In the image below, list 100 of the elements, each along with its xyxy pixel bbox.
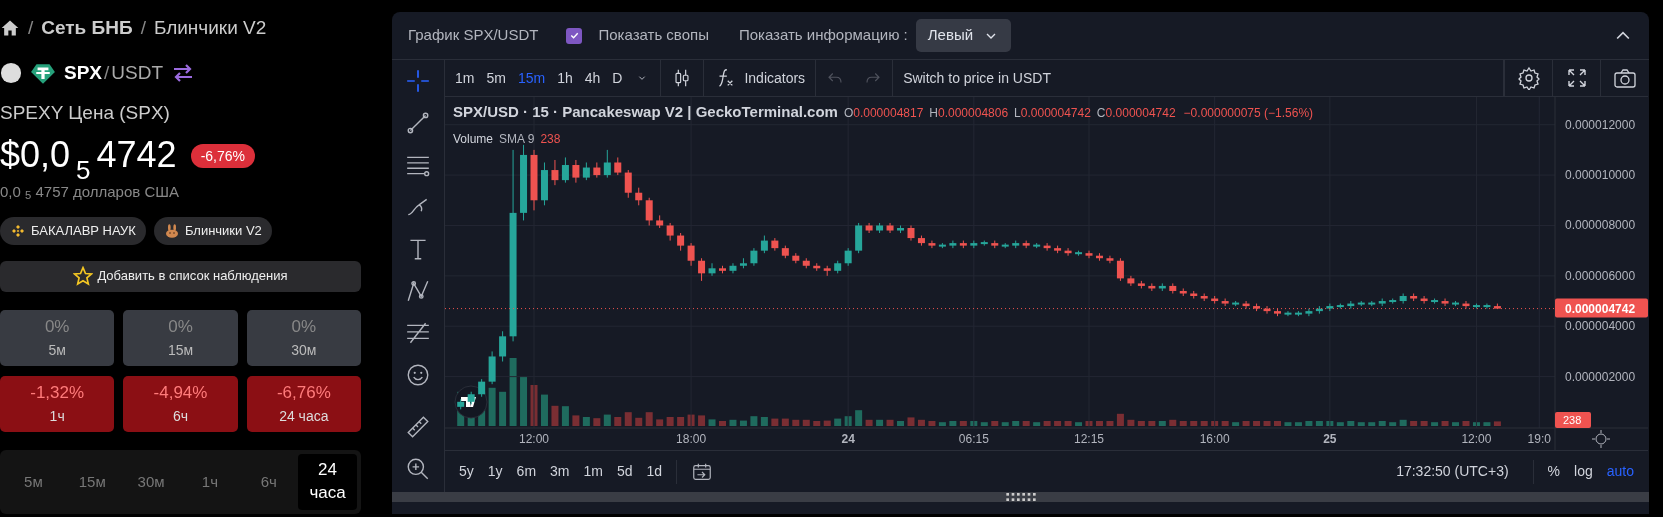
sma-legend: SMA 9 <box>499 129 535 148</box>
interval-button[interactable]: 1h <box>557 67 573 89</box>
price-change: −0.000000075 (−1.56%) <box>1183 105 1314 122</box>
range-button[interactable]: 1m <box>583 461 603 482</box>
pair-separator: / <box>104 60 110 85</box>
stat-period: 15м <box>167 340 194 360</box>
time-tick: 16:00 <box>1199 432 1230 446</box>
switch-price-button[interactable]: Switch to price in USDT <box>903 67 1051 89</box>
swaps-checkbox[interactable] <box>566 27 583 44</box>
info-select[interactable]: Левый <box>915 19 1012 52</box>
price-tick: 0.000006000 <box>1565 268 1636 283</box>
price-tick: 0.000012000 <box>1565 117 1636 132</box>
timeframe-tab[interactable]: 6ч <box>239 453 299 510</box>
stat-period: 6ч <box>172 406 189 426</box>
crosshair-icon[interactable] <box>405 68 431 94</box>
diamond-icon <box>10 222 26 239</box>
price-tick: 0.000002000 <box>1565 369 1636 384</box>
range-button[interactable]: 5d <box>616 461 633 482</box>
price-tick: 0.000004000 <box>1565 319 1636 334</box>
volume-value: 238 <box>540 130 561 148</box>
time-tick: 12:00 <box>1461 432 1492 446</box>
stat-period: 30м <box>291 340 317 360</box>
price-change-badge: -6,76% <box>190 144 255 168</box>
usd-price: 0,0 $_{5}$ 4757 долларов США <box>0 181 181 203</box>
ohlc-value: 0.000004817 <box>853 105 924 122</box>
breadcrumb-link[interactable]: Сеть БНБ <box>41 14 133 43</box>
stat-value: 0% <box>291 316 317 339</box>
ohlc-key: H <box>929 104 938 122</box>
ohlc-key: C <box>1096 104 1106 122</box>
ohlc-key: O <box>843 104 854 122</box>
timeframe-tab[interactable]: 5м <box>4 453 63 510</box>
clock-text: 17:32:50 (UTC+3) <box>1396 462 1509 481</box>
breadcrumb-separator: / <box>28 16 34 40</box>
stat-period: 24 часа <box>279 406 329 426</box>
token-icon <box>0 61 22 84</box>
home-icon[interactable] <box>0 18 20 39</box>
timeframe-tab[interactable]: 15м <box>62 453 122 510</box>
breadcrumb-link[interactable]: Блинчики V2 <box>153 14 267 43</box>
price-tick: 0.000010000 <box>1565 168 1636 183</box>
chart-title: График SPX/USDT <box>408 25 539 46</box>
zoom-in-icon[interactable] <box>405 456 431 482</box>
camera-icon[interactable] <box>1612 66 1637 90</box>
interval-button[interactable]: D <box>612 67 623 89</box>
range-button[interactable]: 5y <box>459 461 474 482</box>
interval-button[interactable]: 4h <box>584 67 601 89</box>
watchlist-button[interactable]: Добавить в список наблюдения <box>0 260 361 292</box>
bunny-icon <box>163 222 180 239</box>
time-tick: 18:00 <box>676 432 707 446</box>
time-tick: 25 <box>1323 432 1337 446</box>
scale-button[interactable]: auto <box>1606 461 1634 482</box>
price-label: 0.000004742 <box>1555 298 1648 318</box>
time-tick: 24 <box>841 432 855 446</box>
resize-handle[interactable] <box>392 492 1649 502</box>
timeframe-tab[interactable]: 30м <box>121 453 181 510</box>
indicators-button[interactable]: Indicators <box>714 67 806 89</box>
stat-value: 0% <box>44 316 70 339</box>
scale-button[interactable]: % <box>1547 461 1561 482</box>
stat-value: -1,32% <box>30 382 85 405</box>
swaps-label: Показать свопы <box>598 25 709 46</box>
network-chip[interactable]: Блинчики V2 <box>153 217 272 245</box>
grip-icon <box>1005 493 1036 501</box>
pair-quote: USDT <box>111 60 164 85</box>
interval-button[interactable]: 15m <box>517 67 546 89</box>
pair-base: SPX <box>64 60 103 85</box>
ruler-icon[interactable] <box>405 414 431 440</box>
info-label: Показать информацию : <box>738 25 908 46</box>
price-title: SPEXY Цена (SPX) <box>0 101 171 125</box>
ohlc-value: 0.000004742 <box>1105 105 1176 122</box>
breadcrumb-separator: / <box>140 16 146 40</box>
price-value: $0,0 $_{5}$ 4742 <box>0 132 177 181</box>
stat-value: -4,94% <box>153 382 208 405</box>
interval-button[interactable]: 5m <box>486 67 506 89</box>
price-tick: 0.000008000 <box>1565 218 1636 233</box>
volume-label: 238 <box>1555 412 1591 428</box>
stat-value: 0% <box>168 316 193 339</box>
range-button[interactable]: 3m <box>550 461 570 482</box>
stat-period: 5м <box>48 340 66 360</box>
time-tick: 06:15 <box>958 432 989 446</box>
stat-period: 1ч <box>49 406 65 426</box>
ohlc-key: L <box>1014 104 1021 122</box>
ohlc-value: 0.000004806 <box>938 105 1009 122</box>
time-tick: 12:15 <box>1074 432 1105 446</box>
time-tick: 12:00 <box>519 432 550 446</box>
time-tick: 19:0 <box>1527 432 1551 446</box>
interval-button[interactable]: 1m <box>455 67 475 89</box>
range-button[interactable]: 6m <box>516 461 537 482</box>
timeframe-tab[interactable]: 24 часа <box>298 453 357 510</box>
ohlc-value: 0.000004742 <box>1020 105 1091 122</box>
fib-lines-icon[interactable] <box>405 320 431 346</box>
smiley-icon[interactable] <box>405 362 431 388</box>
timeframe-tab[interactable]: 1ч <box>180 453 240 510</box>
volume-legend: Volume <box>453 129 494 148</box>
range-button[interactable]: 1d <box>646 461 663 482</box>
stat-value: -6,76% <box>276 382 331 405</box>
network-chip[interactable]: БАКАЛАВР НАУК <box>0 217 146 245</box>
scale-button[interactable]: log <box>1574 461 1593 482</box>
trend-line-icon[interactable] <box>405 110 431 136</box>
star-icon <box>73 266 94 286</box>
pattern-icon[interactable] <box>405 278 431 304</box>
range-button[interactable]: 1y <box>487 461 503 482</box>
